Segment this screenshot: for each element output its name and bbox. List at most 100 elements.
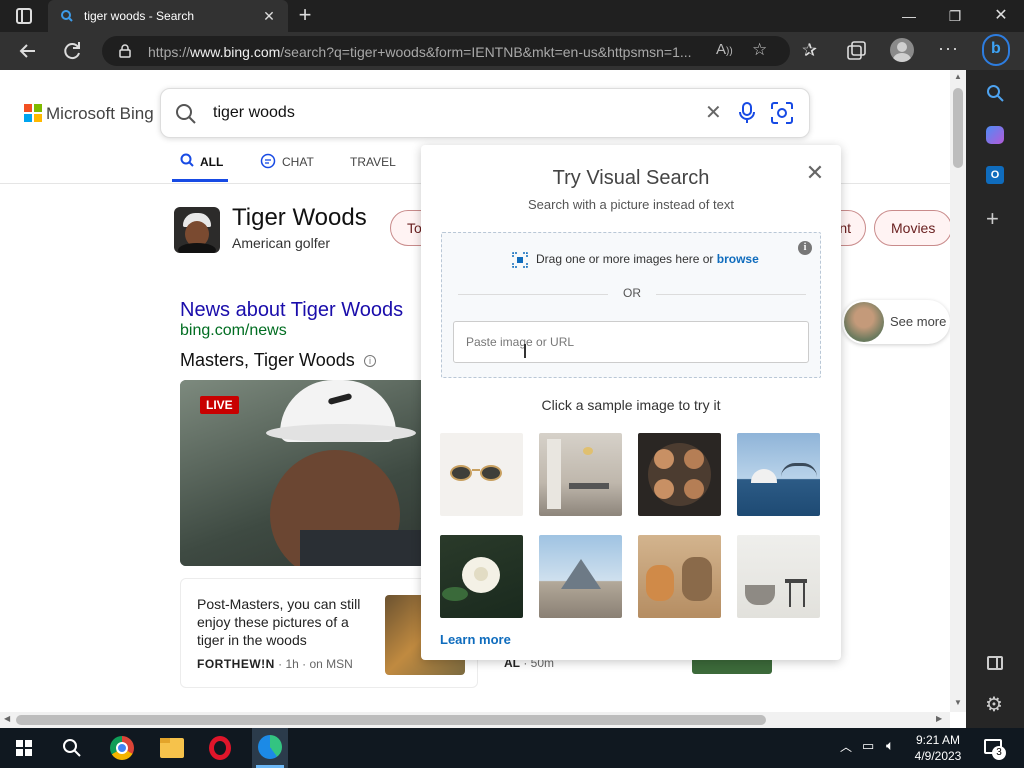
- horizontal-scroll-thumb[interactable]: [16, 715, 766, 725]
- search-tab-icon: [180, 153, 194, 167]
- browser-tab-bar: tiger woods - Search ✕ + — ❐ ✕: [0, 0, 1024, 32]
- add-favorite-icon[interactable]: ☆: [752, 40, 767, 60]
- visual-search-title: Try Visual Search: [552, 167, 710, 189]
- system-tray-chevron-icon[interactable]: ︿: [840, 738, 852, 755]
- info-icon[interactable]: i: [798, 241, 812, 255]
- sample-images-label: Click a sample image to try it: [541, 397, 721, 413]
- sidebar-settings-icon[interactable]: ⚙: [985, 692, 1003, 717]
- bing-tab-search-icon: [61, 10, 73, 22]
- bing-chat-icon[interactable]: b: [982, 34, 1010, 66]
- sample-image-louvre-pyramid[interactable]: [539, 535, 622, 618]
- image-drop-zone[interactable]: Drag one or more images here or browse i…: [441, 232, 821, 378]
- sidebar-copilot-icon[interactable]: [986, 126, 1004, 144]
- volume-icon[interactable]: 🔈︎: [886, 737, 894, 754]
- file-explorer-icon[interactable]: [160, 738, 184, 758]
- opera-icon[interactable]: [209, 736, 231, 760]
- tab-chat[interactable]: CHAT: [258, 152, 318, 182]
- or-label: OR: [623, 286, 641, 300]
- chat-icon: [260, 153, 276, 169]
- bing-logo-text[interactable]: Microsoft Bing: [46, 104, 154, 124]
- tab-title: tiger woods - Search: [84, 9, 195, 23]
- news-card-headline[interactable]: Post-Masters, you can still enjoy these …: [197, 595, 373, 649]
- entity-pill-movies[interactable]: Movies: [874, 210, 950, 246]
- entity-description: American golfer: [232, 235, 331, 251]
- sample-image-dining-room[interactable]: [539, 433, 622, 516]
- see-more-label: See more: [890, 314, 947, 329]
- minimize-button[interactable]: —: [886, 0, 932, 32]
- browser-tab[interactable]: tiger woods - Search ✕: [48, 0, 288, 32]
- drag-image-icon: [512, 252, 528, 268]
- url-text: https://www.bing.com/search?q=tiger+wood…: [148, 44, 692, 60]
- search-icon[interactable]: [175, 103, 197, 125]
- new-tab-button[interactable]: +: [294, 4, 316, 26]
- tab-chat-label: CHAT: [282, 155, 314, 169]
- sample-image-sunglasses[interactable]: [440, 433, 523, 516]
- sidebar-outlook-icon[interactable]: O: [986, 166, 1004, 184]
- sidebar-toggle-icon[interactable]: [987, 656, 1003, 670]
- microphone-icon[interactable]: [739, 102, 755, 124]
- browse-link[interactable]: browse: [717, 252, 759, 266]
- visual-search-icon[interactable]: [771, 102, 793, 124]
- sample-image-chair[interactable]: [737, 535, 820, 618]
- drag-drop-text: Drag one or more images here or browse: [536, 252, 759, 266]
- sample-image-white-rose[interactable]: [440, 535, 523, 618]
- lock-icon[interactable]: [118, 44, 132, 58]
- paste-image-url-input[interactable]: Paste image or URL: [453, 321, 809, 363]
- address-toolbar: https://www.bing.com/search?q=tiger+wood…: [0, 32, 1024, 70]
- or-divider-right: [656, 294, 806, 295]
- clear-search-icon[interactable]: ✕: [705, 100, 722, 125]
- close-icon[interactable]: ✕: [805, 162, 825, 184]
- visual-search-panel: Try Visual Search Search with a picture …: [421, 145, 841, 660]
- notification-count-badge: 3: [992, 746, 1006, 760]
- vertical-scrollbar[interactable]: ▲ ▼: [950, 70, 966, 712]
- close-window-button[interactable]: ✕: [978, 0, 1024, 32]
- tab-all[interactable]: ALL: [172, 152, 228, 182]
- sample-image-dogs[interactable]: [638, 535, 721, 618]
- horizontal-scrollbar[interactable]: ◀ ▶: [0, 712, 950, 728]
- search-query[interactable]: tiger woods: [213, 104, 295, 122]
- visual-search-subtitle: Search with a picture instead of text: [528, 197, 734, 212]
- sidebar-add-icon[interactable]: +: [986, 208, 999, 230]
- see-more-button[interactable]: See more: [842, 300, 950, 344]
- entity-name[interactable]: Tiger Woods: [232, 204, 367, 232]
- system-clock[interactable]: 9:21 AM 4/9/2023: [908, 732, 968, 764]
- news-section-title[interactable]: News about Tiger Woods: [180, 299, 403, 322]
- back-icon[interactable]: [16, 39, 40, 63]
- more-options-icon[interactable]: ···: [938, 38, 959, 59]
- refresh-icon[interactable]: [60, 39, 84, 63]
- paste-input-placeholder: Paste image or URL: [466, 335, 575, 349]
- taskbar-search-icon[interactable]: [62, 738, 82, 758]
- text-cursor-icon: [524, 344, 526, 358]
- tab-travel[interactable]: TRAVEL: [350, 152, 400, 182]
- microsoft-logo-icon[interactable]: [24, 104, 42, 122]
- network-icon[interactable]: ▭: [862, 738, 874, 754]
- clock-date: 4/9/2023: [914, 749, 962, 763]
- collections-icon[interactable]: [844, 39, 868, 63]
- sample-image-latte-art[interactable]: [638, 433, 721, 516]
- live-badge: LIVE: [200, 396, 239, 414]
- edge-sidebar: O + ⚙: [966, 70, 1024, 728]
- windows-taskbar: ︿ ▭ 🔈︎ 9:21 AM 4/9/2023 3: [0, 728, 1024, 768]
- favorites-icon[interactable]: ✰: [802, 40, 817, 61]
- sample-image-sydney-opera-house[interactable]: [737, 433, 820, 516]
- read-aloud-icon[interactable]: A)): [716, 41, 733, 58]
- info-icon[interactable]: i: [364, 355, 376, 367]
- tab-actions-icon[interactable]: [16, 8, 32, 24]
- search-box[interactable]: tiger woods ✕: [160, 88, 810, 138]
- news-topic-heading: Masters, Tiger Woods: [180, 350, 355, 370]
- address-bar[interactable]: https://www.bing.com/search?q=tiger+wood…: [102, 36, 790, 66]
- tab-travel-label: TRAVEL: [350, 155, 396, 169]
- sidebar-search-icon[interactable]: [986, 84, 1004, 102]
- news-card-meta: FORTHEW!N · 1h · on MSN: [197, 657, 353, 671]
- restore-button[interactable]: ❐: [932, 0, 978, 32]
- clock-time: 9:21 AM: [915, 733, 961, 747]
- tiger-woods-thumbnail[interactable]: [174, 207, 220, 253]
- profile-avatar[interactable]: [890, 38, 914, 62]
- chrome-icon[interactable]: [110, 736, 134, 760]
- edge-icon[interactable]: [252, 728, 288, 768]
- windows-start-icon[interactable]: [16, 740, 32, 756]
- vertical-scroll-thumb[interactable]: [953, 88, 963, 168]
- news-source-url[interactable]: bing.com/news: [180, 322, 287, 340]
- learn-more-link[interactable]: Learn more: [440, 632, 511, 647]
- close-tab-icon[interactable]: ✕: [260, 7, 278, 25]
